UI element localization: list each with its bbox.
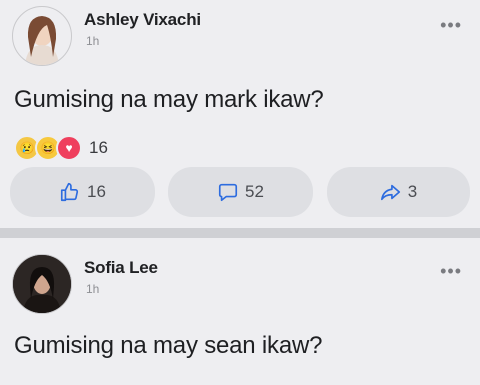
more-options-icon[interactable]: ••• [440, 16, 462, 34]
heart-icon: ♥ [56, 135, 82, 161]
post-time[interactable]: 1h [86, 34, 99, 48]
post-divider [0, 228, 480, 238]
avatar[interactable] [12, 6, 72, 66]
profile-photo-icon [13, 255, 71, 313]
more-options-icon[interactable]: ••• [440, 262, 462, 280]
thumbs-up-icon [60, 182, 79, 202]
post-time[interactable]: 1h [86, 282, 99, 296]
author-name[interactable]: Ashley Vixachi [84, 10, 201, 30]
reaction-count: 16 [89, 138, 108, 157]
profile-photo-icon [25, 16, 59, 65]
share-arrow-icon [380, 184, 400, 201]
author-name[interactable]: Sofia Lee [84, 258, 158, 278]
reactions-summary[interactable]: 😢 😆 ♥ 16 [14, 135, 108, 161]
comment-icon [218, 183, 238, 202]
share-count: 3 [407, 182, 418, 201]
post-text: Gumising na may mark ikaw? [14, 86, 324, 113]
post-text: Gumising na may sean ikaw? [14, 332, 323, 359]
post-card [0, 238, 480, 385]
comment-button[interactable]: 52 [168, 167, 313, 217]
avatar[interactable] [12, 254, 72, 314]
comment-count: 52 [245, 182, 264, 201]
share-button[interactable]: 3 [327, 167, 470, 217]
like-count: 16 [87, 182, 106, 201]
like-button[interactable]: 16 [10, 167, 155, 217]
